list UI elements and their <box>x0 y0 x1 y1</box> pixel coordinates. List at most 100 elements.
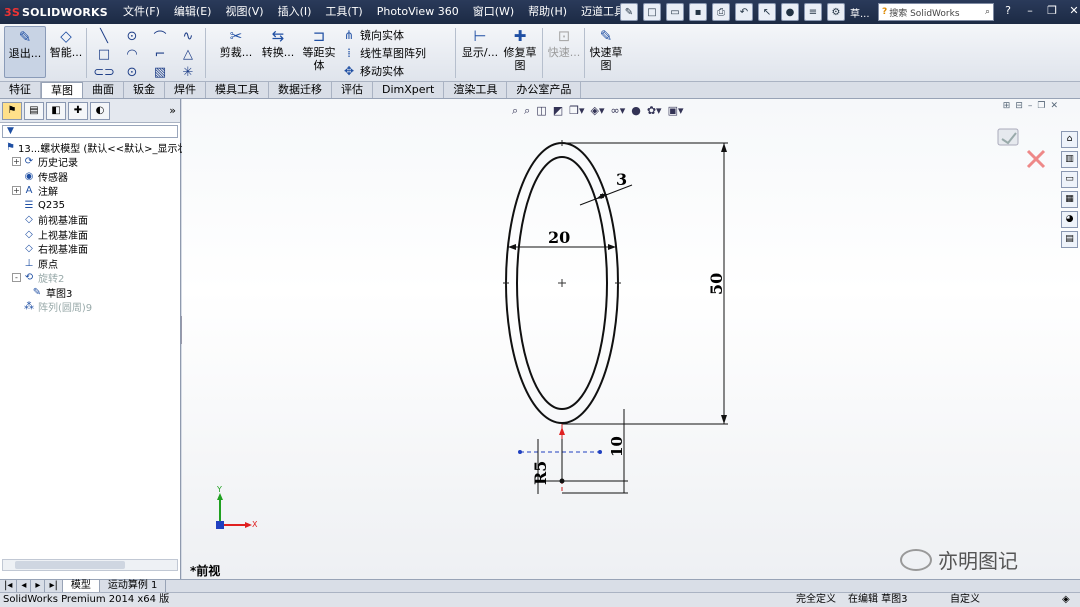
tab-data-migration[interactable]: 数据迁移 <box>269 82 332 98</box>
undo-icon[interactable]: ↶ <box>735 3 753 21</box>
tree-item[interactable]: ◇ 右视基准面 <box>0 242 180 256</box>
new-file-icon[interactable]: □ <box>643 3 661 21</box>
tab-weldments[interactable]: 焊件 <box>165 82 206 98</box>
solidworks-resources-icon[interactable]: ⌂ <box>1061 131 1078 148</box>
feature-manager-tab-icon[interactable]: ⚑ <box>2 101 22 120</box>
height-dimension-label[interactable]: 50 <box>707 273 726 295</box>
appearances-icon[interactable]: ◕ <box>1061 211 1078 228</box>
tree-item[interactable]: ◉ 传感器 <box>0 169 180 184</box>
tree-item[interactable]: + A 注解 <box>0 184 180 198</box>
configuration-manager-tab-icon[interactable]: ◧ <box>46 101 66 120</box>
menu-file[interactable]: 文件(F) <box>116 0 167 24</box>
slot-icon[interactable]: ⊂⊃ <box>90 63 118 81</box>
tab-features[interactable]: 特征 <box>0 82 41 98</box>
tab-sketch[interactable]: 草图 <box>41 82 83 98</box>
expand-panel-icon[interactable]: » <box>169 104 180 117</box>
display-delete-relations-button[interactable]: ⊢ 显示/... <box>460 26 500 78</box>
tree-item[interactable]: ⁂ 阵列(圆周)9 <box>0 300 180 314</box>
menu-help[interactable]: 帮助(H) <box>521 0 574 24</box>
file-explorer-icon[interactable]: ▭ <box>1061 171 1078 188</box>
quick-snaps-button[interactable]: ⊡ 快速... <box>546 26 582 78</box>
tree-item[interactable]: ◇ 上视基准面 <box>0 227 180 242</box>
rebuild-icon[interactable]: ◈ <box>1062 593 1070 607</box>
width-dimension[interactable]: 20 <box>508 228 616 250</box>
design-library-icon[interactable]: ▥ <box>1061 151 1078 168</box>
width-dimension-label[interactable]: 20 <box>548 228 570 247</box>
cancel-sketch-corner-icon[interactable] <box>1026 149 1046 169</box>
tab-nav-first-icon[interactable]: |◂ <box>0 580 18 592</box>
custom-properties-icon[interactable]: ▤ <box>1061 231 1078 248</box>
tree-item[interactable]: ◇ 前视基准面 <box>0 213 180 227</box>
point-icon[interactable]: ⊙ <box>118 63 146 81</box>
traffic-light-icon[interactable]: ● <box>781 3 799 21</box>
property-manager-tab-icon[interactable]: ▤ <box>24 101 44 120</box>
offset-entities-button[interactable]: ⊐ 等距实体 <box>300 26 338 78</box>
tree-filter[interactable]: ▼ <box>2 125 178 138</box>
curve-icon[interactable]: ∿ <box>174 27 202 45</box>
solidworks-logo[interactable]: 3S SOLIDWORKS <box>0 0 108 24</box>
file-properties-icon[interactable]: ≡ <box>804 3 822 21</box>
tab-surfaces[interactable]: 曲面 <box>83 82 124 98</box>
radius-dimension-label[interactable]: R5 <box>531 461 550 485</box>
tree-item[interactable]: ☰ Q235 <box>0 198 180 213</box>
smart-dimension-button[interactable]: ◇ 智能... <box>48 26 84 78</box>
open-file-icon[interactable]: ▭ <box>666 3 684 21</box>
search-box[interactable]: ? 搜索 SolidWorks ⌕ <box>878 3 994 21</box>
spline-icon[interactable]: ⌒ <box>146 27 174 46</box>
menu-tools[interactable]: 工具(T) <box>318 0 369 24</box>
arc-icon[interactable]: ◠ <box>118 45 146 63</box>
scrollbar-thumb[interactable] <box>15 561 125 569</box>
expand-toggle-icon[interactable]: - <box>12 273 21 283</box>
tab-nav-last-icon[interactable]: ▸| <box>45 580 63 592</box>
fillet-icon[interactable]: ⌐ <box>146 45 174 63</box>
rapid-sketch-button[interactable]: ✎ 快速草图 <box>588 26 624 78</box>
menu-window[interactable]: 窗口(W) <box>466 0 521 24</box>
tree-item[interactable]: + ⟳ 历史记录 <box>0 155 180 169</box>
tab-nav-prev-icon[interactable]: ◂ <box>17 580 32 592</box>
menu-edit[interactable]: 编辑(E) <box>167 0 219 24</box>
view-palette-icon[interactable]: ▦ <box>1061 191 1078 208</box>
search-icon[interactable]: ⌕ <box>985 7 993 17</box>
tab-mold-tools[interactable]: 模具工具 <box>206 82 269 98</box>
thickness-dimension-label[interactable]: 3 <box>616 170 627 189</box>
help-question-icon[interactable]: ? <box>1000 3 1016 19</box>
height-dimension[interactable]: 50 <box>562 142 728 425</box>
minimize-icon[interactable]: – <box>1022 3 1038 19</box>
confirmation-corner[interactable] <box>997 128 1046 169</box>
trim-button[interactable]: ✂ 剪裁... <box>216 26 256 78</box>
save-icon[interactable]: ▪ <box>689 3 707 21</box>
tab-evaluate[interactable]: 评估 <box>332 82 373 98</box>
move-entities-button[interactable]: ✥ 移动实体 <box>342 62 404 79</box>
repair-sketch-button[interactable]: ✚ 修复草图 <box>502 26 538 78</box>
exit-sketch-corner-icon[interactable] <box>997 128 1019 146</box>
rectangle-icon[interactable]: □ <box>90 45 118 63</box>
close-icon[interactable]: ✕ <box>1066 3 1080 19</box>
graphics-area[interactable]: ⌕ ⌕ ◫ ◩ ❒▾ ◈▾ ∞▾ ● ✿▾ ▣▾ ⊞ ⊟ – ❐ ✕ 20 3 … <box>182 99 1080 579</box>
sketch-point[interactable] <box>503 280 509 286</box>
sketch-point[interactable] <box>615 280 621 286</box>
print-icon[interactable]: ⎙ <box>712 3 730 21</box>
thickness-dimension[interactable]: 3 <box>579 170 633 206</box>
offset-dimension-label[interactable]: 10 <box>608 436 626 457</box>
tree-item[interactable]: - ⟲ 旋转2 <box>0 271 180 285</box>
tree-item[interactable]: ✎ 草图3 <box>0 285 180 300</box>
tab-office-products[interactable]: 办公室产品 <box>507 82 582 98</box>
text-icon[interactable]: ▧ <box>146 63 174 81</box>
tab-motion-study[interactable]: 运动算例 1 <box>100 580 167 592</box>
search-input[interactable]: 搜索 SolidWorks <box>889 6 959 19</box>
dimxpert-manager-tab-icon[interactable]: ✚ <box>68 101 88 120</box>
center-point[interactable] <box>558 279 566 287</box>
tab-model[interactable]: 模型 <box>62 580 100 592</box>
circle-icon[interactable]: ⊙ <box>118 27 146 45</box>
menu-photoview[interactable]: PhotoView 360 <box>370 0 466 24</box>
status-units[interactable]: 自定义 <box>950 593 980 607</box>
pin-icon[interactable]: ✎ <box>620 3 638 21</box>
exit-sketch-button[interactable]: ✎ 退出... <box>4 26 46 78</box>
tab-dimxpert[interactable]: DimXpert <box>373 82 445 98</box>
convert-entities-button[interactable]: ⇆ 转换... <box>258 26 298 78</box>
tab-render-tools[interactable]: 渲染工具 <box>444 82 508 98</box>
horizontal-scrollbar[interactable] <box>2 559 178 571</box>
construction-point-icon[interactable]: ✳ <box>174 63 202 81</box>
expand-toggle-icon[interactable]: + <box>12 186 21 196</box>
tree-item[interactable]: ⚑ 13...螺状模型 (默认<<默认>_显示状态 <box>0 140 197 155</box>
